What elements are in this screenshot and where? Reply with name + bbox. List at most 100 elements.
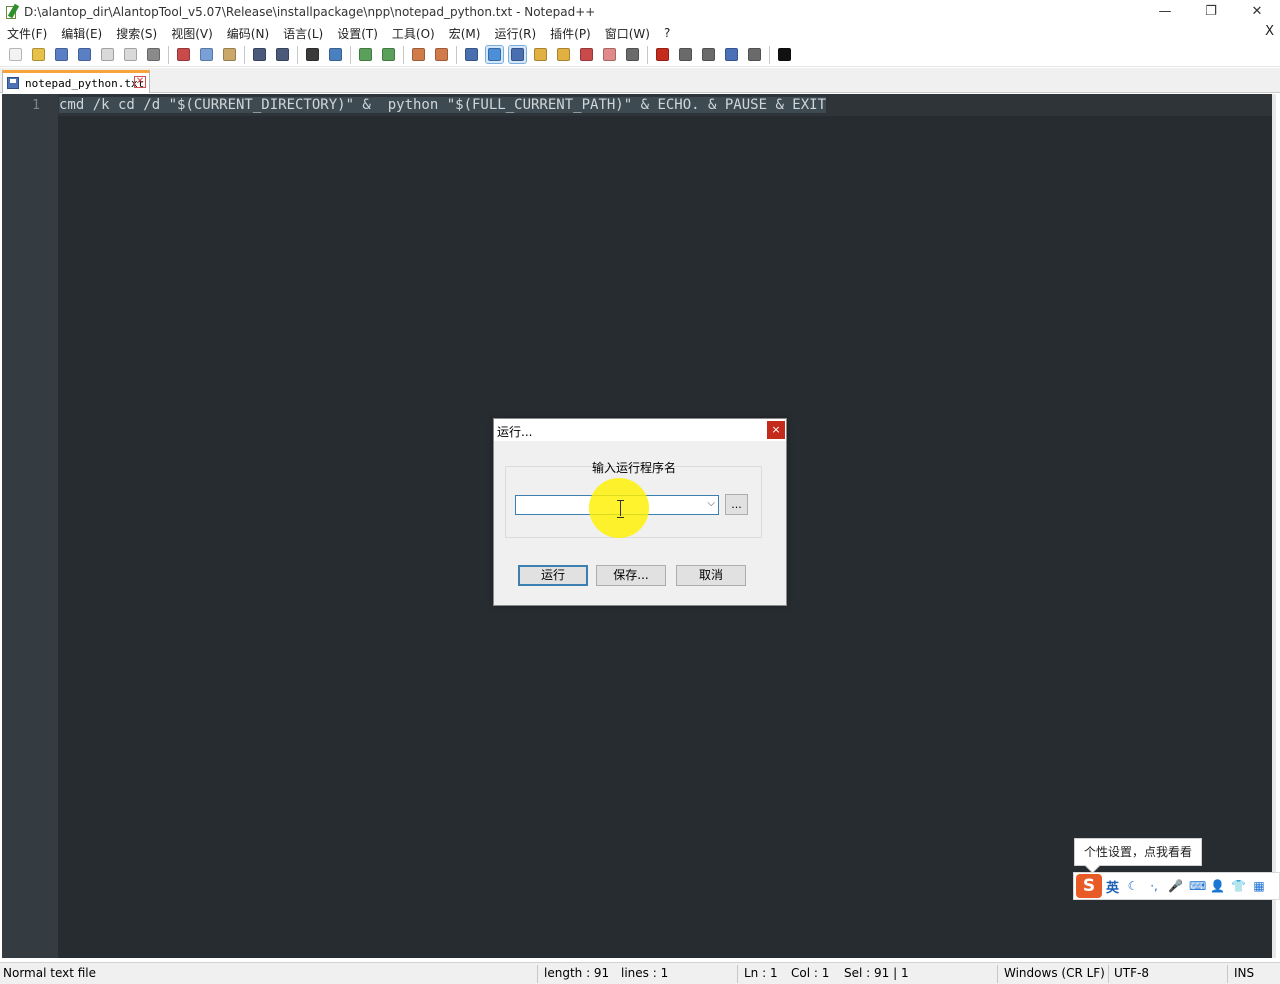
line-number-gutter: 1 xyxy=(2,94,58,958)
tab-bar: notepad_python.txt ✕ xyxy=(0,68,1280,93)
status-divider xyxy=(537,965,538,983)
dialog-close-button[interactable]: × xyxy=(767,421,785,439)
menu-language[interactable]: 语言(L) xyxy=(276,25,330,42)
save-icon[interactable] xyxy=(53,46,70,63)
close-window-button[interactable]: ✕ xyxy=(1234,0,1280,23)
toolbar-separator xyxy=(769,45,770,64)
menu-plugins[interactable]: 插件(P) xyxy=(543,25,598,42)
menu-file[interactable]: 文件(F) xyxy=(0,25,54,42)
toolbox-icon[interactable]: ▦ xyxy=(1252,879,1266,893)
markdown-icon[interactable] xyxy=(776,46,793,63)
menu-bar: 文件(F) 编辑(E) 搜索(S) 视图(V) 编码(N) 语言(L) 设置(T… xyxy=(0,23,1280,43)
vertical-scrollbar[interactable] xyxy=(1272,94,1276,958)
record-macro-icon[interactable] xyxy=(654,46,671,63)
close-icon[interactable] xyxy=(99,46,116,63)
browse-button[interactable]: ... xyxy=(725,494,748,515)
menu-help[interactable]: ? xyxy=(657,26,677,40)
toolbar-separator xyxy=(456,45,457,64)
close-document-button[interactable]: X xyxy=(1265,24,1274,39)
menu-encoding[interactable]: 编码(N) xyxy=(220,25,276,42)
redo-icon[interactable] xyxy=(274,46,291,63)
status-eol-format[interactable]: Windows (CR LF) xyxy=(1004,966,1105,980)
status-insert-mode: INS xyxy=(1234,966,1255,980)
sync-horizontal-icon[interactable] xyxy=(433,46,450,63)
folder-workspace-icon[interactable] xyxy=(601,46,618,63)
keyboard-icon[interactable]: ⌨ xyxy=(1189,879,1206,893)
line-number: 1 xyxy=(32,98,40,113)
menu-search[interactable]: 搜索(S) xyxy=(109,25,164,42)
status-line-number: Ln : 1 xyxy=(744,966,778,980)
save-all-icon[interactable] xyxy=(76,46,93,63)
toolbar-separator xyxy=(244,45,245,64)
sogou-logo-icon[interactable]: S xyxy=(1076,874,1102,898)
chevron-down-icon[interactable]: ⌵ xyxy=(707,498,715,509)
open-file-icon[interactable] xyxy=(30,46,47,63)
toolbar-separator xyxy=(350,45,351,64)
menu-edit[interactable]: 编辑(E) xyxy=(54,25,109,42)
minimize-button[interactable]: — xyxy=(1142,0,1188,23)
close-all-icon[interactable] xyxy=(122,46,139,63)
ime-tooltip[interactable]: 个性设置，点我看看 xyxy=(1074,838,1202,866)
dialog-title-bar: 运行... × xyxy=(494,419,786,441)
ime-toolbar: S 英 ☾ ·, 🎤 ⌨ 👤 👕 ▦ xyxy=(1073,872,1280,900)
user-icon[interactable]: 👤 xyxy=(1210,879,1225,893)
replace-icon[interactable] xyxy=(327,46,344,63)
new-file-icon[interactable] xyxy=(7,46,24,63)
status-lines: lines : 1 xyxy=(621,966,669,980)
menu-tools[interactable]: 工具(O) xyxy=(385,25,442,42)
status-length: length : 91 xyxy=(544,966,610,980)
undo-icon[interactable] xyxy=(251,46,268,63)
notepad-plus-plus-icon xyxy=(4,3,20,20)
zoom-in-icon[interactable] xyxy=(357,46,374,63)
status-divider xyxy=(1227,965,1228,983)
ime-language-mode[interactable]: 英 xyxy=(1106,877,1119,896)
save-button[interactable]: 保存... xyxy=(596,565,666,586)
indent-guide-icon[interactable] xyxy=(508,45,527,64)
toolbar-separator xyxy=(403,45,404,64)
saved-file-icon xyxy=(7,77,19,89)
find-icon[interactable] xyxy=(304,46,321,63)
menu-window[interactable]: 窗口(W) xyxy=(598,25,657,42)
title-bar: D:\alantop_dir\AlantopTool_v5.07\Release… xyxy=(0,0,1280,23)
tab-close-icon[interactable]: ✕ xyxy=(134,76,146,88)
cancel-button[interactable]: 取消 xyxy=(676,565,746,586)
word-wrap-icon[interactable] xyxy=(463,46,480,63)
restore-button[interactable]: ❐ xyxy=(1188,0,1234,23)
zoom-out-icon[interactable] xyxy=(380,46,397,63)
sync-vertical-icon[interactable] xyxy=(410,46,427,63)
tab-label: notepad_python.txt xyxy=(25,76,145,90)
text-cursor-icon xyxy=(617,500,625,518)
function-list-icon[interactable] xyxy=(578,46,595,63)
program-prompt-label: 输入运行程序名 xyxy=(591,461,676,475)
copy-icon[interactable] xyxy=(198,46,215,63)
menu-macro[interactable]: 宏(M) xyxy=(442,25,488,42)
monitoring-icon[interactable] xyxy=(624,46,641,63)
toolbar-separator xyxy=(297,45,298,64)
print-icon[interactable] xyxy=(145,46,162,63)
code-line[interactable]: cmd /k cd /d "$(CURRENT_DIRECTORY)" & py… xyxy=(59,97,827,113)
menu-view[interactable]: 视图(V) xyxy=(164,25,220,42)
toolbar-separator xyxy=(647,45,648,64)
microphone-icon[interactable]: 🎤 xyxy=(1168,879,1183,893)
tab-notepad-python[interactable]: notepad_python.txt ✕ xyxy=(2,70,150,93)
play-macro-icon[interactable] xyxy=(700,46,717,63)
run-macro-multiple-icon[interactable] xyxy=(723,46,740,63)
show-all-characters-icon[interactable] xyxy=(485,45,504,64)
cut-icon[interactable] xyxy=(175,46,192,63)
status-encoding[interactable]: UTF-8 xyxy=(1114,966,1149,980)
window-title: D:\alantop_dir\AlantopTool_v5.07\Release… xyxy=(24,4,596,19)
skin-icon[interactable]: 👕 xyxy=(1231,879,1246,893)
menu-run[interactable]: 运行(R) xyxy=(487,25,543,42)
code-text: cmd /k cd /d "$(CURRENT_DIRECTORY)" & py… xyxy=(59,97,827,113)
paste-icon[interactable] xyxy=(221,46,238,63)
menu-settings[interactable]: 设置(T) xyxy=(330,25,385,42)
language-icon[interactable] xyxy=(532,46,549,63)
status-divider xyxy=(997,965,998,983)
document-map-icon[interactable] xyxy=(555,46,572,63)
run-button[interactable]: 运行 xyxy=(518,565,588,586)
stop-macro-icon[interactable] xyxy=(677,46,694,63)
punctuation-icon[interactable]: ·, xyxy=(1147,879,1161,893)
half-width-icon[interactable]: ☾ xyxy=(1126,879,1140,893)
save-macro-icon[interactable] xyxy=(746,46,763,63)
status-divider xyxy=(737,965,738,983)
